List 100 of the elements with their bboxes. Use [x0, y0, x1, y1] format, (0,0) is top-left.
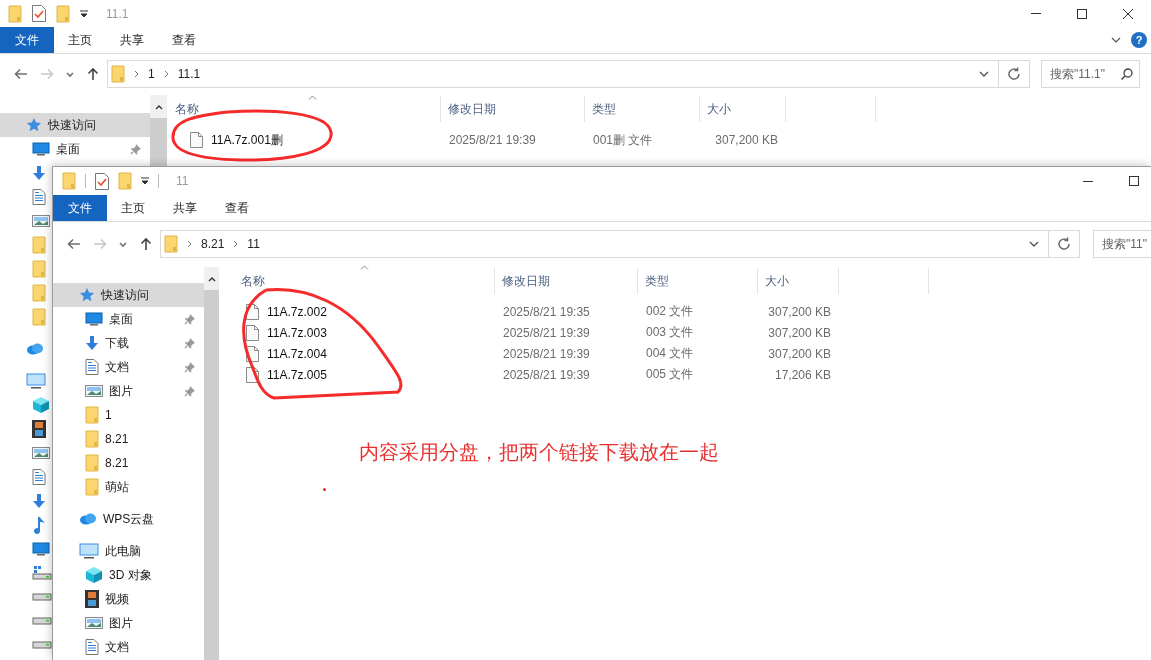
- document-icon: [32, 469, 46, 485]
- type-cell-text: 004 文件: [645, 345, 695, 362]
- monitor-icon: [32, 542, 50, 556]
- sort-caret-icon: [308, 95, 317, 100]
- chevron-right-icon: [163, 70, 169, 78]
- chevron-right-icon: [187, 240, 192, 248]
- path-segment[interactable]: 11: [247, 237, 260, 251]
- ribbon-tab[interactable]: 共享: [159, 195, 211, 221]
- pin-icon[interactable]: [184, 313, 196, 325]
- sidebar-item[interactable]: 快速访问: [53, 283, 204, 307]
- sidebar-item[interactable]: 快速访问: [0, 113, 150, 137]
- type-cell-text: 002 文件: [645, 303, 695, 320]
- chevron-right-icon: [134, 70, 139, 78]
- size-cell-text: 307,200 KB: [767, 325, 832, 340]
- path-segment[interactable]: 1: [148, 67, 155, 81]
- ribbon-tab[interactable]: 查看: [158, 27, 210, 53]
- folder-icon: [85, 454, 99, 472]
- path-segment[interactable]: 8.21: [201, 237, 225, 251]
- document-icon: [85, 639, 99, 655]
- file-icon: [246, 324, 259, 341]
- folder-icon: [85, 430, 99, 448]
- refresh-button[interactable]: [999, 60, 1030, 88]
- address-bar[interactable]: 8.21 11: [160, 230, 1049, 258]
- sidebar-item[interactable]: WPS云盘: [53, 507, 204, 531]
- pin-icon[interactable]: [184, 337, 196, 349]
- up-arrow-icon: [138, 236, 154, 252]
- column-header[interactable]: 修改日期: [441, 96, 585, 122]
- pin-icon[interactable]: [184, 361, 196, 373]
- scroll-up-icon: [154, 105, 163, 110]
- path-segment[interactable]: 11.1: [177, 67, 201, 81]
- sidebar-item[interactable]: 图片: [53, 611, 204, 635]
- ribbon-tab[interactable]: 查看: [211, 195, 263, 221]
- sidebar-item[interactable]: 桌面: [0, 137, 150, 161]
- address-bar[interactable]: 1 11.1: [107, 60, 999, 88]
- monitor-icon: [85, 312, 103, 326]
- right-arrow-icon: [39, 66, 55, 82]
- date-cell-text: 2025/8/21 19:39: [502, 325, 591, 340]
- sidebar-item[interactable]: 文档: [53, 635, 204, 659]
- cloud-icon: [79, 513, 97, 525]
- date-cell-text: 2025/8/21 19:39: [448, 133, 537, 147]
- film-icon: [32, 420, 46, 438]
- checklist-icon: [95, 172, 109, 190]
- pin-icon[interactable]: [130, 143, 142, 155]
- sidebar-item[interactable]: 视频: [53, 587, 204, 611]
- down-arrow-icon: [85, 335, 99, 351]
- size-cell-text: 307,200 KB: [767, 346, 832, 361]
- column-header[interactable]: 修改日期: [495, 268, 638, 294]
- column-header[interactable]: 大小: [700, 96, 786, 122]
- customize-caret-icon[interactable]: [80, 9, 88, 18]
- column-header[interactable]: 大小: [758, 268, 839, 294]
- folder-icon: [32, 236, 46, 254]
- pin-icon[interactable]: [184, 385, 196, 397]
- type-cell-text: 003 文件: [645, 324, 695, 341]
- sidebar-item[interactable]: 文档: [53, 355, 204, 379]
- sidebar-item[interactable]: 8.21: [53, 451, 204, 475]
- computer-icon: [79, 543, 99, 559]
- file-name[interactable]: 11A.7z.004: [267, 346, 327, 361]
- refresh-button[interactable]: [1049, 230, 1080, 258]
- size-cell-text: 307,200 KB: [714, 133, 779, 147]
- file-name[interactable]: 11A.7z.005: [267, 367, 327, 382]
- sidebar-item[interactable]: 此电脑: [53, 539, 204, 563]
- sidebar-item[interactable]: 下载: [53, 331, 204, 355]
- minimize-icon: [1083, 180, 1093, 182]
- customize-caret-icon[interactable]: [141, 177, 149, 185]
- sidebar-item[interactable]: 图片: [53, 379, 204, 403]
- cloud-icon: [26, 343, 44, 355]
- scroll-up-icon: [207, 277, 216, 282]
- file-name[interactable]: 11A.7z.003: [267, 325, 327, 340]
- drive-icon: [32, 617, 52, 625]
- file-icon: [190, 132, 203, 148]
- ribbon-tab[interactable]: 主页: [54, 27, 106, 53]
- sidebar-item[interactable]: 萌站: [53, 475, 204, 499]
- file-name[interactable]: 11A.7z.001删: [211, 131, 283, 149]
- file-name[interactable]: 11A.7z.002: [267, 304, 327, 319]
- ribbon-tab[interactable]: 共享: [106, 27, 158, 53]
- drive-icon: [32, 566, 52, 580]
- chevron-down-icon: [1111, 37, 1121, 43]
- folder-icon: [56, 4, 70, 23]
- sidebar-item[interactable]: 8.21: [53, 427, 204, 451]
- column-header[interactable]: 名称: [167, 96, 441, 122]
- sidebar-item[interactable]: 1: [53, 403, 204, 427]
- annotation-text: 内容采用分盘，把两个链接下载放在一起: [359, 440, 720, 465]
- search-field[interactable]: 搜索"11": [1093, 230, 1151, 258]
- help-button[interactable]: ?: [1131, 32, 1147, 48]
- column-header[interactable]: 类型: [638, 268, 758, 294]
- sidebar-item[interactable]: 桌面: [53, 307, 204, 331]
- down-arrow-icon: [32, 493, 46, 509]
- search-field[interactable]: 搜索"11.1": [1041, 60, 1140, 88]
- folder-icon: [62, 172, 76, 190]
- picture-icon: [85, 616, 103, 630]
- document-icon: [32, 189, 46, 205]
- column-header[interactable]: 类型: [585, 96, 700, 122]
- ribbon-tab[interactable]: 主页: [107, 195, 159, 221]
- scrollbar[interactable]: [150, 95, 167, 166]
- size-cell-text: 17,206 KB: [773, 367, 832, 382]
- scrollbar-thumb[interactable]: [150, 118, 167, 166]
- checklist-icon: [32, 5, 46, 22]
- sidebar-item[interactable]: 3D 对象: [53, 563, 204, 587]
- column-header[interactable]: 名称: [219, 268, 495, 294]
- up-arrow-icon: [85, 66, 101, 82]
